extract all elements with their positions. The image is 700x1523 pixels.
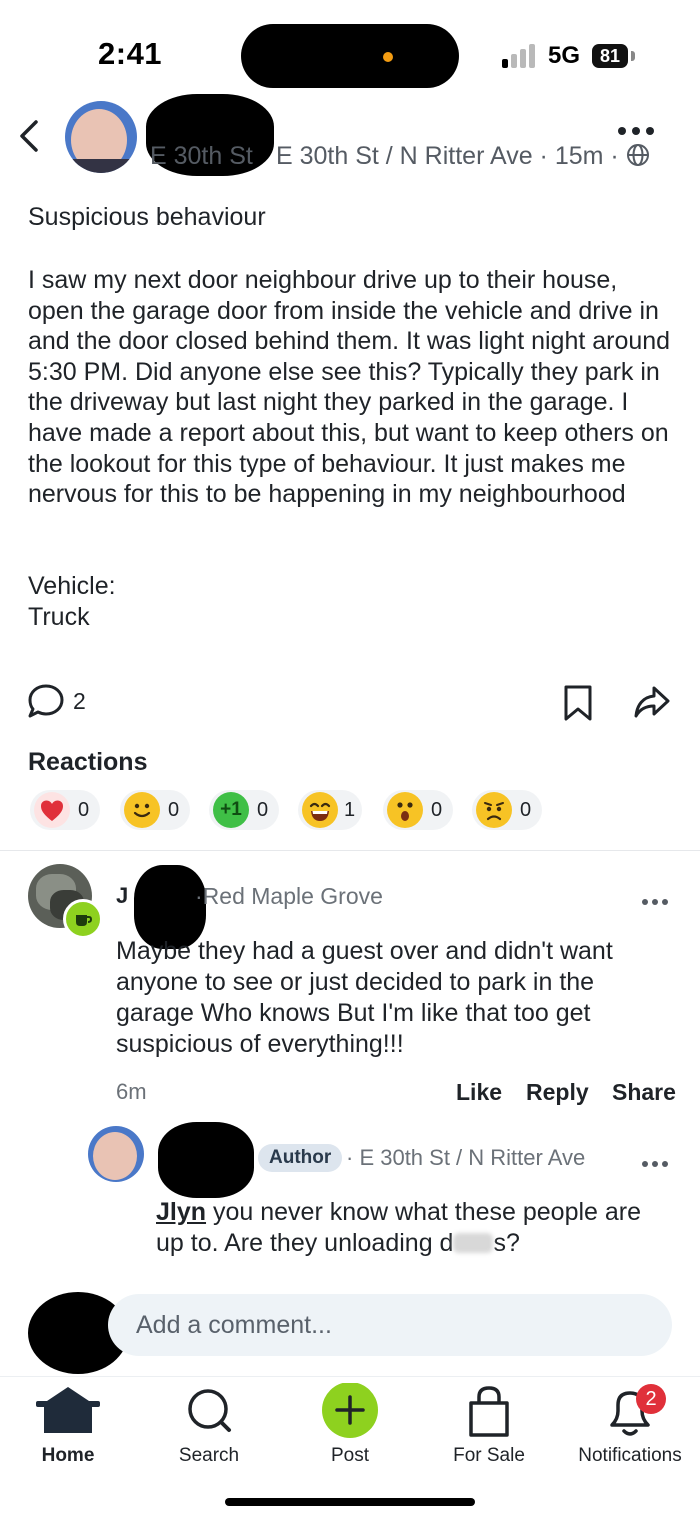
mention-link[interactable]: Jlyn [156,1198,206,1226]
reaction-smile[interactable]: 0 [120,790,190,830]
nav-post[interactable]: Post [280,1382,420,1466]
reply-text-line-2: up to. Are they unloading d [156,1229,454,1257]
blurred-word [453,1233,494,1253]
nav-search-label: Search [178,1445,240,1466]
reply-location: · E 30th St / N Ritter Ave [346,1145,586,1170]
wow-icon [387,792,423,828]
notification-badge: 2 [636,1384,666,1414]
vehicle-label: Vehicle: [28,572,116,600]
post-title: Suspicious behaviour [28,203,266,231]
signal-icon [502,44,538,68]
smile-icon [124,792,160,828]
nav-home[interactable]: Home [0,1383,138,1466]
reply-text-line-3: s? [493,1229,520,1257]
reply-text: Jlyn you never know what these people ar… [156,1197,676,1259]
heart-icon [34,792,70,828]
comment-count: 2 [73,688,86,714]
nav-notifications[interactable]: 2 Notifications [560,1383,700,1466]
share-icon[interactable] [632,682,672,722]
globe-icon [626,144,649,166]
home-icon [36,1387,100,1433]
neighborhood-text: Red Maple Grove [202,883,383,909]
laugh-icon [302,792,338,828]
nav-for-sale-label: For Sale [453,1445,525,1466]
post-body: I saw my next door neighbour drive up to… [28,266,671,509]
comment-icon[interactable] [26,682,66,722]
battery-icon: 81 [592,44,628,68]
plus-one-label: +1 [220,799,242,820]
vehicle-info: Vehicle: Truck [28,571,116,633]
reaction-sad[interactable]: 0 [472,790,542,830]
redacted-reply-name [158,1122,254,1198]
reaction-count: 1 [344,799,356,821]
vehicle-value: Truck [28,603,90,631]
commenter-initial: J [116,883,129,908]
nav-post-label: Post [330,1445,370,1466]
nav-notifications-label: Notifications [578,1445,682,1466]
home-indicator [225,1498,475,1506]
recording-dot-icon [383,52,393,62]
reaction-count: 0 [520,799,532,821]
reaction-heart[interactable]: 0 [30,790,100,830]
reaction-wow[interactable]: 0 [383,790,453,830]
comment-text: Maybe they had a guest over and didn't w… [116,937,613,1058]
author-badge: Author [258,1144,343,1172]
commenter-neighborhood: ·Red Maple Grove [195,883,383,909]
comment-more-icon[interactable] [642,892,672,910]
reaction-plus-one[interactable]: +1 0 [209,790,279,830]
search-icon [188,1389,231,1432]
nav-for-sale[interactable]: For Sale [419,1383,559,1466]
comment-time: 6m [116,1079,147,1104]
reply-button[interactable]: Reply [526,1079,589,1106]
add-comment-field[interactable] [108,1294,672,1356]
network-type: 5G [548,42,581,69]
battery-tip [631,51,635,61]
dynamic-island [241,24,459,88]
reactions-title: Reactions [28,748,148,776]
post-location-meta: E 30th St / N Ritter Ave · 15m · [276,142,650,171]
reaction-count: 0 [431,799,443,821]
shopping-bag-icon [469,1386,509,1437]
reply-author-avatar[interactable] [88,1126,144,1182]
reply-text-line-1: you never know what these people are [206,1198,642,1226]
coffee-badge-icon [63,899,103,939]
back-icon[interactable] [14,118,50,154]
post-location-text: E 30th St / N Ritter Ave · 15m · [276,142,619,170]
bookmark-icon[interactable] [562,684,594,722]
sad-icon [476,792,512,828]
status-time: 2:41 [98,36,163,71]
plus-one-icon: +1 [213,792,249,828]
reply-more-icon[interactable] [642,1154,672,1172]
divider [0,850,700,851]
plus-icon [322,1382,378,1438]
post-author-avatar[interactable] [65,101,137,173]
share-button[interactable]: Share [612,1079,676,1106]
more-icon[interactable] [618,122,660,140]
reaction-laugh[interactable]: 1 [298,790,362,830]
nav-home-label: Home [41,1445,95,1466]
reaction-count: 0 [257,799,269,821]
bell-icon [610,1391,650,1436]
reaction-count: 0 [168,799,180,821]
like-button[interactable]: Like [456,1079,502,1106]
redacted-location-fragment: E 30th St [150,142,253,168]
nav-search[interactable]: Search [139,1383,279,1466]
reaction-count: 0 [78,799,90,821]
comment-input[interactable] [134,1310,638,1341]
